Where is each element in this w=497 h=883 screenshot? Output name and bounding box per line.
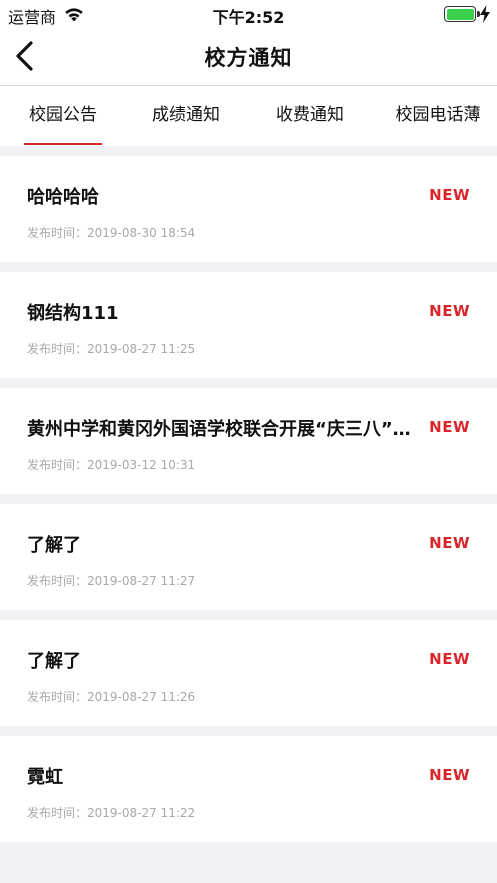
new-badge: NEW (429, 650, 470, 668)
publish-time: 发布时间：2019-08-27 11:27 (27, 574, 196, 588)
new-badge: NEW (429, 766, 470, 784)
tab-grade-notices[interactable]: 成绩通知 (137, 86, 235, 146)
notice-title: 哈哈哈哈 (27, 187, 99, 208)
new-badge: NEW (429, 186, 470, 204)
publish-time: 发布时间：2019-03-12 10:31 (27, 458, 196, 472)
tab-campus-announcements[interactable]: 校园公告 (14, 86, 112, 146)
publish-time: 发布时间：2019-08-27 11:25 (27, 342, 196, 356)
active-tab-indicator (24, 143, 102, 145)
notice-title: 霓虹 (27, 767, 63, 788)
clock: 下午2:52 (212, 8, 285, 27)
tab-bar: 校园公告 成绩通知 收费通知 校园电话薄 (0, 86, 497, 146)
charging-bolt-icon (480, 5, 490, 23)
publish-time: 发布时间：2019-08-30 18:54 (27, 226, 196, 240)
notice-title: 了解了 (27, 535, 81, 556)
status-bar: 运营商 下午2:52 (0, 0, 497, 28)
new-badge: NEW (429, 534, 470, 552)
list-item[interactable]: 哈哈哈哈 NEW 发布时间：2019-08-30 18:54 (0, 156, 497, 262)
publish-time: 发布时间：2019-08-27 11:26 (27, 690, 196, 704)
list-item[interactable]: 了解了 NEW 发布时间：2019-08-27 11:27 (0, 504, 497, 610)
page-title: 校方通知 (204, 46, 293, 70)
tab-campus-phonebook[interactable]: 校园电话薄 (382, 86, 494, 146)
notice-title: 了解了 (27, 651, 81, 672)
list-item[interactable]: 了解了 NEW 发布时间：2019-08-27 11:26 (0, 620, 497, 726)
tab-fee-notices[interactable]: 收费通知 (261, 86, 359, 146)
new-badge: NEW (429, 418, 470, 436)
list-item[interactable]: 黄州中学和黄冈外国语学校联合开展“庆三八”活动 NEW 发布时间：2019-03… (0, 388, 497, 494)
list-item[interactable]: 钢结构111 NEW 发布时间：2019-08-27 11:25 (0, 272, 497, 378)
navigation-bar: 校方通知 (0, 28, 497, 86)
list-item[interactable]: 霓虹 NEW 发布时间：2019-08-27 11:22 (0, 736, 497, 842)
new-badge: NEW (429, 302, 470, 320)
notice-title: 钢结构111 (27, 303, 119, 324)
publish-time: 发布时间：2019-08-27 11:22 (27, 806, 196, 820)
battery-icon (444, 6, 480, 22)
notice-title: 黄州中学和黄冈外国语学校联合开展“庆三八”活动 (27, 419, 417, 440)
